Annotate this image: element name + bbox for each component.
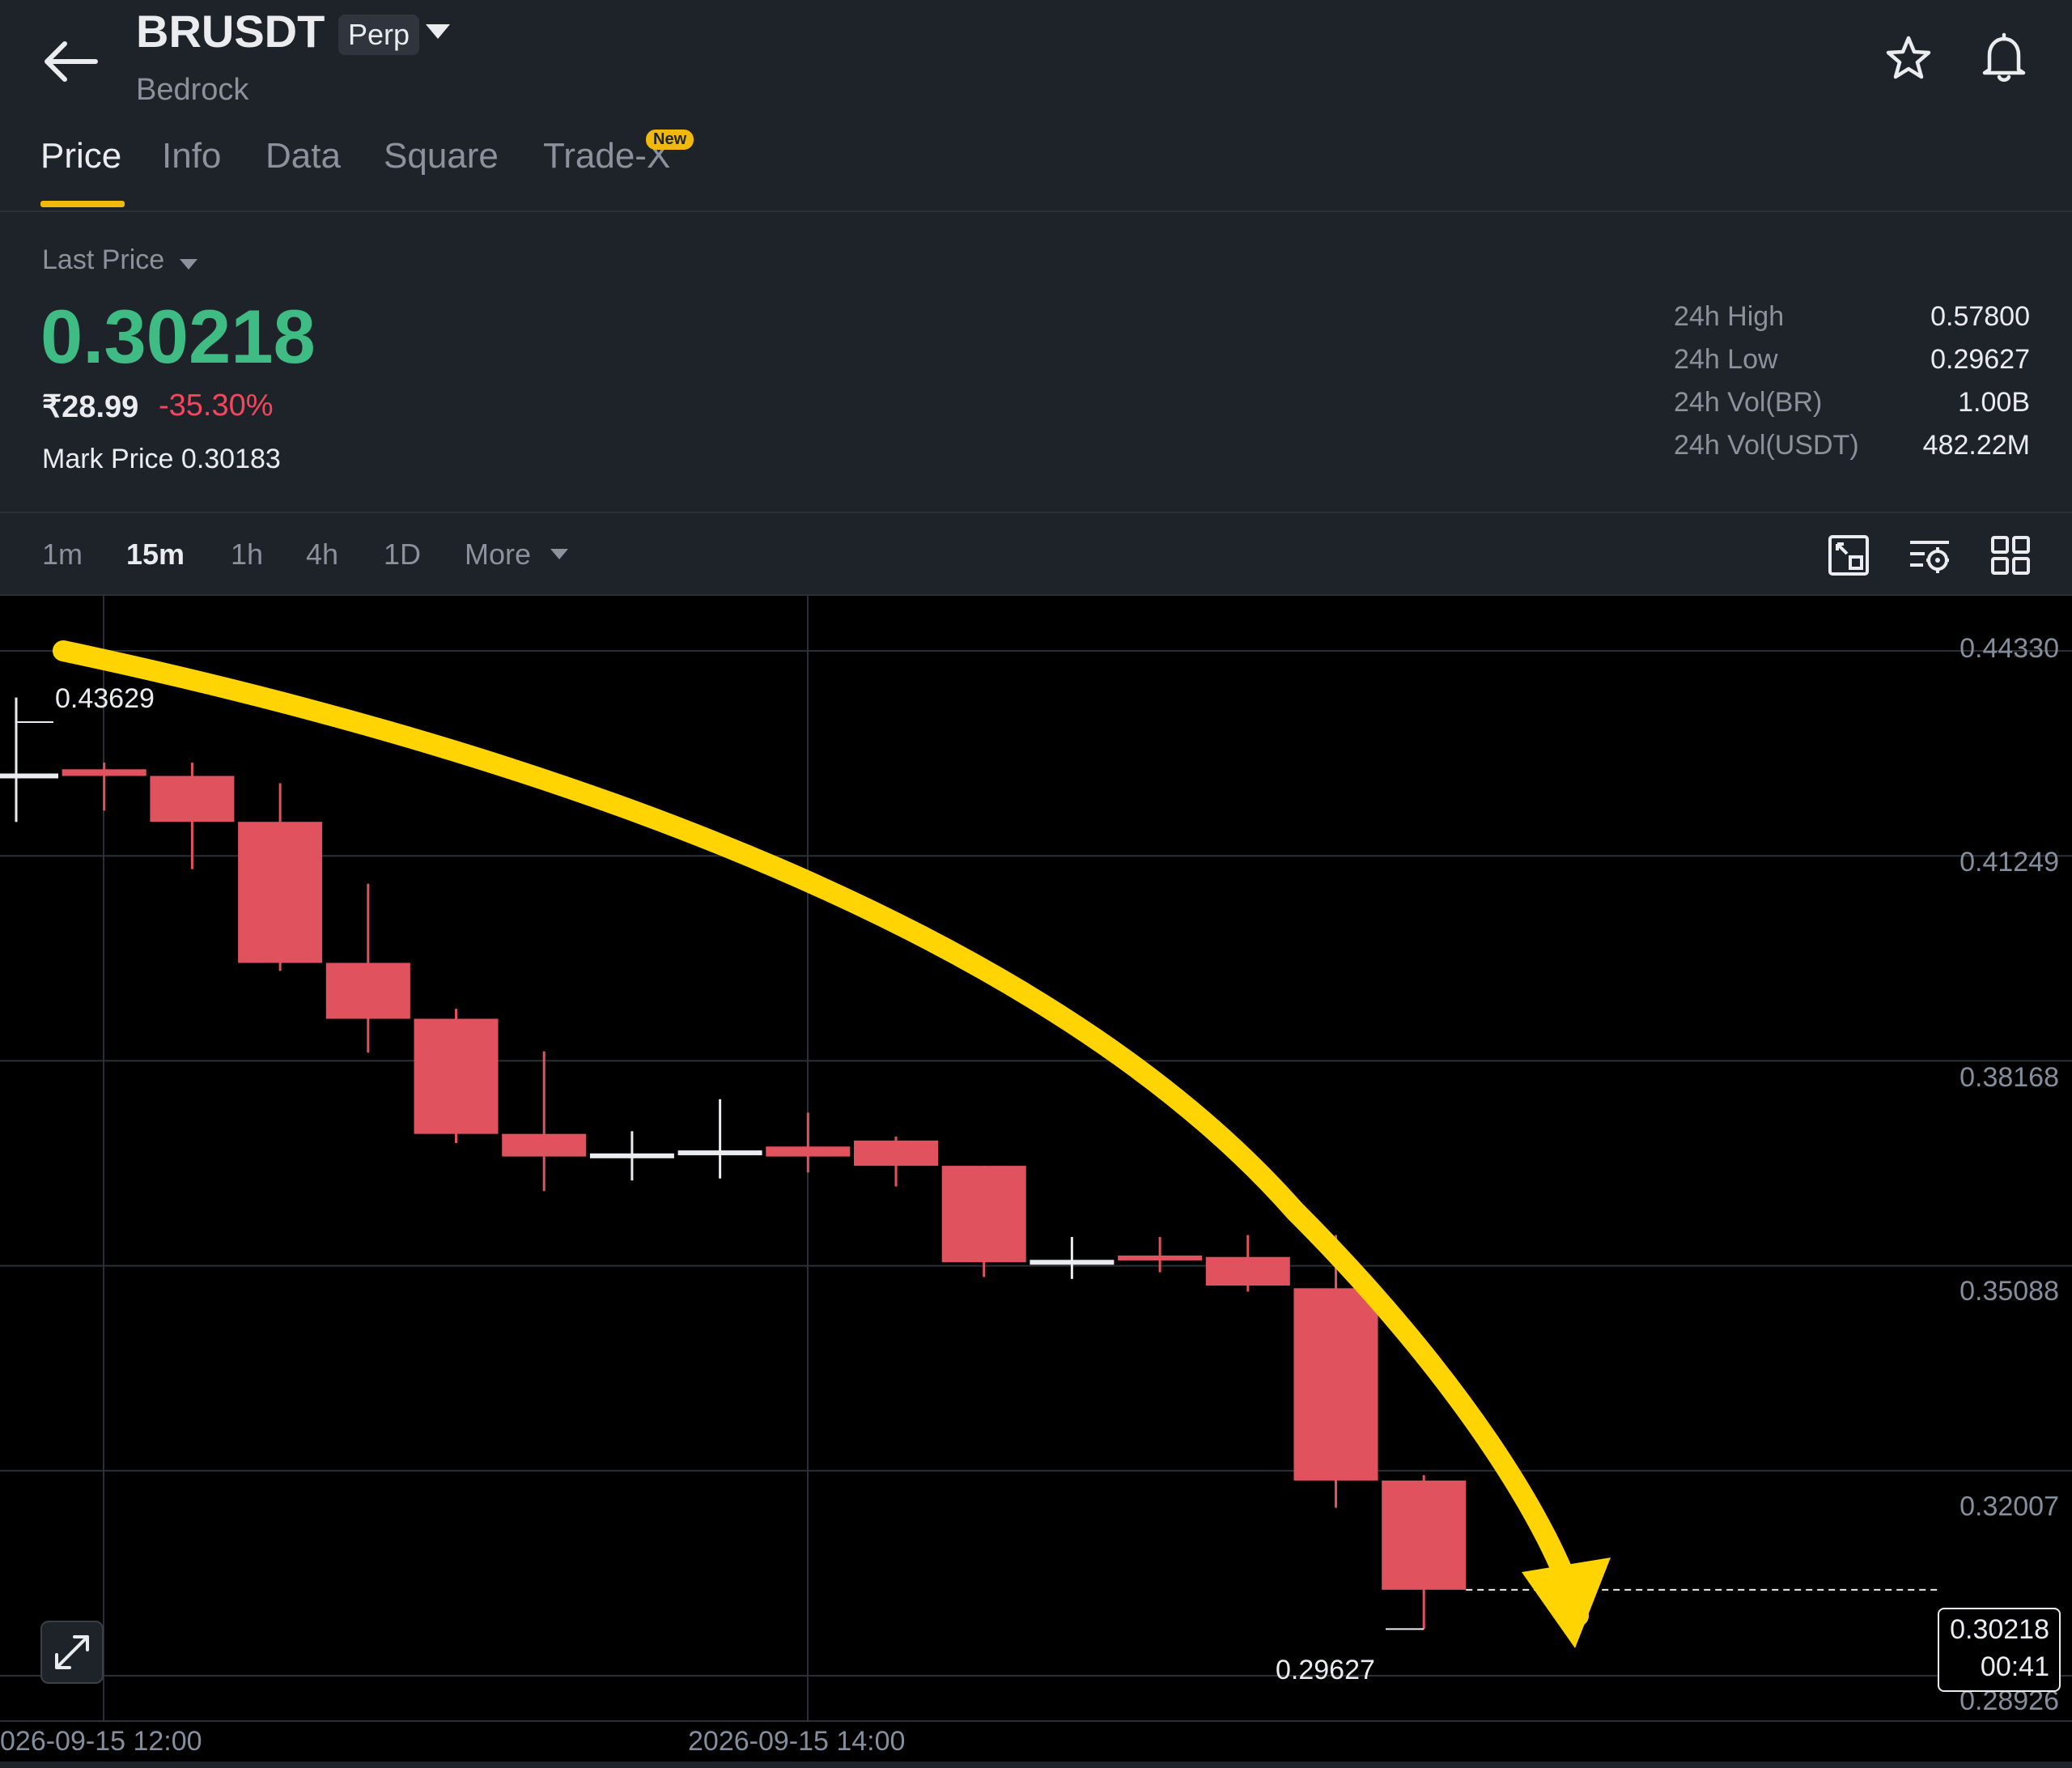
candle-bearish	[1205, 1256, 1290, 1286]
last-price: 0.30218	[40, 294, 316, 379]
y-axis-label: 0.41249	[1959, 847, 2059, 878]
candle-bullish	[589, 1153, 674, 1158]
interval-1h[interactable]: 1h	[231, 538, 263, 572]
tab-bar: Price Info Data Square Trade-X	[0, 133, 2072, 212]
bell-icon[interactable]	[1980, 32, 2028, 84]
chevron-down-icon[interactable]	[180, 259, 197, 270]
tab-data[interactable]: Data	[265, 136, 341, 176]
more-intervals-button[interactable]: More	[465, 538, 531, 572]
candle-bearish	[766, 1146, 851, 1157]
stat-value: 0.57800	[1930, 301, 2030, 332]
candle-bearish	[238, 822, 323, 963]
stat-label: 24h Low	[1674, 344, 1778, 375]
stat-24h-vol-quote: 24h Vol(USDT) 482.22M	[1674, 430, 2030, 473]
interval-1d[interactable]: 1D	[384, 538, 421, 572]
mark-price-value: 0.30183	[180, 444, 281, 474]
y-axis-label: 0.38168	[1959, 1062, 2059, 1093]
tab-info[interactable]: Info	[162, 136, 221, 176]
y-axis-label: 0.32007	[1959, 1491, 2059, 1522]
candle-bearish	[1382, 1480, 1467, 1590]
new-badge: New	[646, 130, 694, 150]
stat-value: 0.29627	[1930, 344, 2030, 375]
page: BRUSDT Perp Bedrock Price Info Data Squa…	[0, 0, 2072, 1768]
stat-value: 482.22M	[1922, 430, 2030, 461]
chevron-down-icon[interactable]	[550, 549, 568, 559]
high-marker-line	[15, 721, 53, 822]
candle-bearish	[62, 769, 146, 776]
current-price-value: 0.30218	[1950, 1614, 2049, 1645]
bottom-divider	[0, 1762, 2072, 1768]
app-header: BRUSDT Perp Bedrock Price Info Data Squa…	[0, 0, 2072, 212]
stat-label: 24h High	[1674, 301, 1785, 332]
x-axis-label: 026-09-15 12:00	[0, 1726, 202, 1757]
y-axis-label: 0.35088	[1959, 1276, 2059, 1307]
ticker-panel: Last Price 0.30218 ₹28.99 -35.30% Mark P…	[0, 212, 2072, 513]
interval-4h[interactable]: 4h	[306, 538, 338, 572]
active-tab-indicator	[40, 201, 125, 207]
stat-label: 24h Vol(USDT)	[1674, 430, 1859, 461]
high-price-marker: 0.43629	[55, 683, 155, 714]
interval-toolbar: 1m 15m 1h 4h 1D More	[0, 513, 2072, 596]
interval-15m[interactable]: 15m	[126, 538, 185, 572]
indicator-settings-icon[interactable]	[1907, 533, 1952, 578]
candle-bearish	[325, 963, 410, 1019]
mark-price: Mark Price 0.30183	[42, 444, 281, 475]
candle-bearish	[941, 1166, 1026, 1263]
candle-countdown: 00:41	[1980, 1651, 2049, 1682]
asset-name: Bedrock	[136, 73, 249, 107]
star-icon[interactable]	[1884, 34, 1933, 83]
candle-bearish	[1118, 1255, 1203, 1260]
expand-icon	[55, 1635, 89, 1669]
fullscreen-button[interactable]	[40, 1621, 104, 1684]
candle-bearish	[854, 1140, 938, 1167]
mark-price-label: Mark Price	[42, 444, 174, 474]
candle-bearish	[414, 1018, 499, 1134]
chevron-down-icon[interactable]	[426, 24, 450, 39]
current-price-tag: 0.30218 00:41	[1938, 1608, 2061, 1692]
chart-canvas[interactable]	[0, 596, 2072, 1768]
candle-bearish	[502, 1133, 587, 1157]
stat-24h-high: 24h High 0.57800	[1674, 301, 2030, 344]
last-price-selector[interactable]: Last Price	[42, 244, 164, 276]
interval-1m[interactable]: 1m	[42, 538, 83, 572]
low-price-marker: 0.29627	[1276, 1655, 1375, 1685]
grid-view-icon[interactable]	[1988, 533, 2033, 578]
stat-24h-low: 24h Low 0.29627	[1674, 344, 2030, 387]
chart-layout-icon[interactable]	[1826, 533, 1871, 578]
stat-24h-vol-base: 24h Vol(BR) 1.00B	[1674, 387, 2030, 430]
candle-bullish	[1030, 1260, 1115, 1265]
y-axis-label: 0.44330	[1959, 633, 2059, 664]
stats-list: 24h High 0.57800 24h Low 0.29627 24h Vol…	[1674, 301, 2030, 473]
candle-bullish	[677, 1150, 762, 1156]
candle-bearish	[150, 776, 235, 822]
tab-square[interactable]: Square	[384, 136, 499, 176]
contract-type-badge: Perp	[338, 15, 420, 55]
stat-value: 1.00B	[1958, 387, 2030, 418]
back-arrow-icon[interactable]	[36, 29, 108, 94]
price-change-percent: -35.30%	[159, 389, 274, 423]
stat-label: 24h Vol(BR)	[1674, 387, 1823, 418]
candle-bullish	[0, 773, 58, 779]
x-axis-label: 2026-09-15 14:00	[688, 1726, 906, 1757]
fiat-price: ₹28.99	[42, 390, 139, 424]
candle-bearish	[1293, 1288, 1378, 1481]
symbol-title[interactable]: BRUSDT	[136, 5, 325, 57]
arrow-head-icon	[1522, 1558, 1611, 1648]
tab-price[interactable]: Price	[40, 136, 121, 176]
candlestick-chart[interactable]: 0.44330 0.41249 0.38168 0.35088 0.32007 …	[0, 596, 2072, 1768]
